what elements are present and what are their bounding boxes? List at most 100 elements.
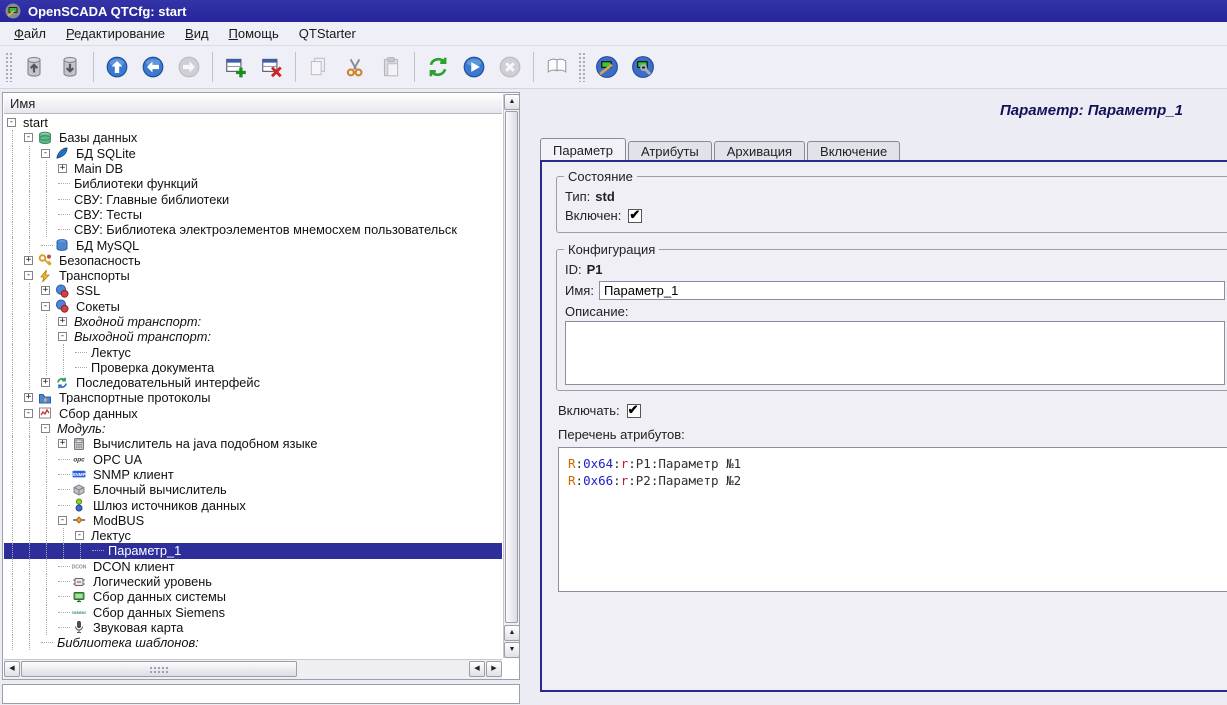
menu-item-qtstarter[interactable]: QTStarter (289, 23, 366, 44)
collapse-expander-icon[interactable]: - (21, 406, 38, 421)
qtstarter-config-button[interactable] (589, 50, 625, 84)
tree-connector (55, 574, 72, 589)
scroll-left-button-2[interactable]: ◀ (469, 661, 485, 677)
tree-item-лектус[interactable]: Лектус (4, 344, 502, 359)
expand-expander-icon[interactable]: + (21, 253, 38, 268)
tree-column-header[interactable]: Имя (4, 94, 502, 114)
vertical-scroll-handle[interactable] (505, 111, 518, 623)
tree-item-входной-транспорт-[interactable]: +Входной транспорт: (4, 314, 502, 329)
tree-item-сбор-данных-системы[interactable]: Сбор данных системы (4, 589, 502, 604)
tree-item-сбор-данных[interactable]: -Сбор данных (4, 406, 502, 421)
tree-item-бд-sqlite[interactable]: -БД SQLite (4, 146, 502, 161)
collapse-expander-icon[interactable]: - (21, 130, 38, 145)
tree-item-сбор-данных-siemens[interactable]: SIEMENSСбор данных Siemens (4, 605, 502, 620)
tree-item-сокеты[interactable]: -Сокеты (4, 299, 502, 314)
tree-item-выходной-транспорт-[interactable]: -Выходной транспорт: (4, 329, 502, 344)
save-to-db-button[interactable] (52, 50, 88, 84)
scroll-up-button-2[interactable]: ▲ (504, 625, 520, 641)
toolbar-handle[interactable] (578, 52, 586, 82)
tree-vertical-scrollbar[interactable]: ▲ ▲ ▼ (503, 94, 519, 658)
expand-expander-icon[interactable]: + (38, 375, 55, 390)
tree-item-базы-данных[interactable]: -Базы данных (4, 130, 502, 145)
expand-expander-icon[interactable]: + (55, 161, 72, 176)
tab-атрибуты[interactable]: Атрибуты (628, 141, 712, 160)
tree-guide-line (4, 299, 21, 314)
qtstarter-tools-button[interactable] (625, 50, 661, 84)
tree-item-ssl[interactable]: +SSL (4, 283, 502, 298)
cut-button[interactable] (337, 50, 373, 84)
tree-guide-line (21, 467, 38, 482)
refresh-button[interactable] (420, 50, 456, 84)
collapse-expander-icon[interactable]: - (72, 528, 89, 543)
scroll-left-button[interactable]: ◀ (4, 661, 20, 677)
tree-item-проверка-документа[interactable]: Проверка документа (4, 360, 502, 375)
tree-item-шлюз-источников-данных[interactable]: Шлюз источников данных (4, 497, 502, 512)
tree-item-модуль-[interactable]: -Модуль: (4, 421, 502, 436)
collapse-expander-icon[interactable]: - (38, 421, 55, 436)
tab-архивация[interactable]: Архивация (714, 141, 805, 160)
title-bar[interactable]: OpenSCADA QTCfg: start (0, 0, 1227, 22)
tree-item-dcon-клиент[interactable]: DCONDCON клиент (4, 559, 502, 574)
mysql-icon (55, 238, 71, 252)
collapse-expander-icon[interactable]: - (4, 115, 21, 130)
scroll-up-button[interactable]: ▲ (504, 94, 520, 110)
tree-item-библиотека-шаблонов-[interactable]: Библиотека шаблонов: (4, 635, 502, 650)
collapse-expander-icon[interactable]: - (21, 268, 38, 283)
load-from-db-button[interactable] (16, 50, 52, 84)
collapse-expander-icon[interactable]: - (38, 299, 55, 314)
include-checkbox[interactable] (627, 404, 641, 418)
tree-item-start[interactable]: -start (4, 115, 502, 130)
delete-item-button[interactable] (254, 50, 290, 84)
collapse-expander-icon[interactable]: - (55, 329, 72, 344)
tree-guide-line (38, 329, 55, 344)
tree-item-транспортные-протоколы[interactable]: +Транспортные протоколы (4, 390, 502, 405)
enabled-checkbox[interactable] (628, 209, 642, 223)
tree-view[interactable]: -start-Базы данных-БД SQLite+Main DBБибл… (4, 115, 502, 658)
expand-expander-icon[interactable]: + (38, 283, 55, 298)
add-item-button[interactable] (218, 50, 254, 84)
tree-item-библиотеки-функций[interactable]: Библиотеки функций (4, 176, 502, 191)
name-input[interactable] (599, 281, 1225, 300)
scroll-right-button[interactable]: ▶ (486, 661, 502, 677)
collapse-expander-icon[interactable]: - (38, 146, 55, 161)
back-button[interactable] (135, 50, 171, 84)
tree-item-транспорты[interactable]: -Транспорты (4, 268, 502, 283)
toolbar-handle[interactable] (5, 52, 13, 82)
tree-item-лектус[interactable]: -Лектус (4, 528, 502, 543)
tree-horizontal-scrollbar[interactable]: ◀ ◀ ▶ (4, 659, 502, 679)
tree-item-последовательный-интерфейс[interactable]: +Последовательный интерфейс (4, 375, 502, 390)
tree-item-безопасность[interactable]: +Безопасность (4, 253, 502, 268)
start-button[interactable] (456, 50, 492, 84)
menu-item-редактирование[interactable]: Редактирование (56, 23, 175, 44)
tab-включение[interactable]: Включение (807, 141, 900, 160)
tree-item-main-db[interactable]: +Main DB (4, 161, 502, 176)
tree-item-вычислитель-на-java-подобном-языке[interactable]: +Вычислитель на java подобном языке (4, 436, 502, 451)
tree-guide-line (4, 329, 21, 344)
horizontal-scroll-handle[interactable] (21, 661, 297, 677)
expand-expander-icon[interactable]: + (55, 314, 72, 329)
attribute-list[interactable]: R:0x64:r:P1:Параметр №1R:0x66:r:P2:Парам… (558, 447, 1227, 592)
tree-item-сву-тесты[interactable]: СВУ: Тесты (4, 207, 502, 222)
expand-expander-icon[interactable]: + (21, 390, 38, 405)
tree-item-opc-ua[interactable]: opcOPC UA (4, 452, 502, 467)
expand-expander-icon[interactable]: + (55, 436, 72, 451)
tree-item-бд-mysql[interactable]: БД MySQL (4, 237, 502, 252)
tree-item-логический-уровень[interactable]: Логический уровень (4, 574, 502, 589)
collapse-expander-icon[interactable]: - (55, 513, 72, 528)
description-textarea[interactable] (565, 321, 1225, 385)
menu-item-вид[interactable]: Вид (175, 23, 219, 44)
tree-item-сву-библиотека-электроэлементов-мнемосхем-пользовательск[interactable]: СВУ: Библиотека электроэлементов мнемосх… (4, 222, 502, 237)
scroll-down-button[interactable]: ▼ (504, 642, 520, 658)
menu-item-файл[interactable]: Файл (4, 23, 56, 44)
tree-item-modbus[interactable]: -ModBUS (4, 513, 502, 528)
tree-item-параметр-1[interactable]: Параметр_1 (4, 543, 502, 558)
up-button[interactable] (99, 50, 135, 84)
tree-item-snmp-клиент[interactable]: SNMPSNMP клиент (4, 467, 502, 482)
tab-параметр[interactable]: Параметр (540, 138, 626, 160)
tree-item-label: СВУ: Главные библиотеки (72, 192, 231, 207)
manual-button[interactable] (539, 50, 575, 84)
menu-item-помощь[interactable]: Помощь (219, 23, 289, 44)
tree-item-звуковая-карта[interactable]: Звуковая карта (4, 620, 502, 635)
tree-item-блочный-вычислитель[interactable]: Блочный вычислитель (4, 482, 502, 497)
tree-item-сву-главные-библиотеки[interactable]: СВУ: Главные библиотеки (4, 191, 502, 206)
